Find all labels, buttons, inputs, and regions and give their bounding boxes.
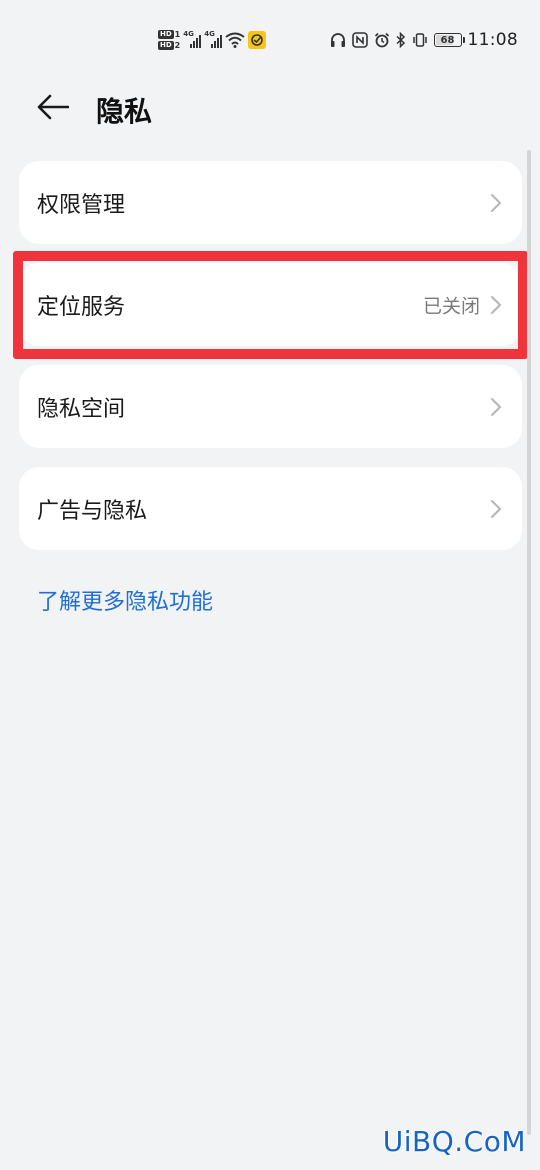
back-button[interactable] (36, 92, 70, 122)
alarm-icon (374, 32, 390, 48)
bluetooth-icon (395, 32, 406, 48)
battery-level-text: 68 (440, 34, 455, 46)
status-bar: HD 1 HD 2 4G 4G 68 11:08 (0, 0, 540, 80)
vibrate-icon (412, 32, 428, 48)
item-label: 定位服务 (37, 294, 126, 320)
signal-icon: 4G (183, 30, 202, 48)
sim-number: 1 (174, 29, 181, 39)
wifi-icon (225, 32, 245, 48)
item-status-value: 已关闭 (422, 295, 480, 317)
signal-icon: 4G (204, 30, 223, 48)
page-header: 隐私 (0, 80, 540, 136)
status-bar-right: 68 11:08 (330, 28, 519, 52)
ads-and-privacy-item[interactable]: 广告与隐私 (19, 467, 522, 550)
location-services-item[interactable]: 定位服务 已关闭 (19, 263, 522, 346)
hd-icon: HD 1 (158, 30, 180, 39)
item-label: 广告与隐私 (37, 498, 148, 524)
hd-indicators: HD 1 HD 2 (158, 30, 180, 50)
hd-label: HD (158, 30, 174, 39)
scrollbar[interactable] (527, 150, 531, 1135)
watermark: UiBQ.CoM (382, 1125, 526, 1158)
chevron-right-icon (491, 193, 501, 212)
page-title: 隐私 (96, 95, 153, 128)
hd-icon: HD 2 (158, 41, 180, 50)
headphones-icon (330, 32, 346, 48)
hd-label: HD (158, 41, 174, 50)
status-time: 11:08 (467, 30, 518, 50)
item-label: 权限管理 (37, 192, 126, 218)
arrow-left-icon (37, 94, 69, 120)
chevron-right-icon (491, 397, 501, 416)
permission-management-item[interactable]: 权限管理 (19, 161, 522, 244)
learn-more-link[interactable]: 了解更多隐私功能 (37, 584, 213, 616)
chevron-right-icon (491, 295, 501, 314)
battery-icon: 68 (433, 33, 465, 47)
item-label: 隐私空间 (37, 396, 126, 422)
nfc-icon (351, 32, 368, 48)
status-bar-left: HD 1 HD 2 4G 4G (158, 24, 267, 56)
private-space-item[interactable]: 隐私空间 (19, 365, 522, 448)
app-notification-icon (248, 31, 267, 49)
chevron-right-icon (491, 499, 501, 518)
sim-number: 2 (174, 40, 181, 50)
